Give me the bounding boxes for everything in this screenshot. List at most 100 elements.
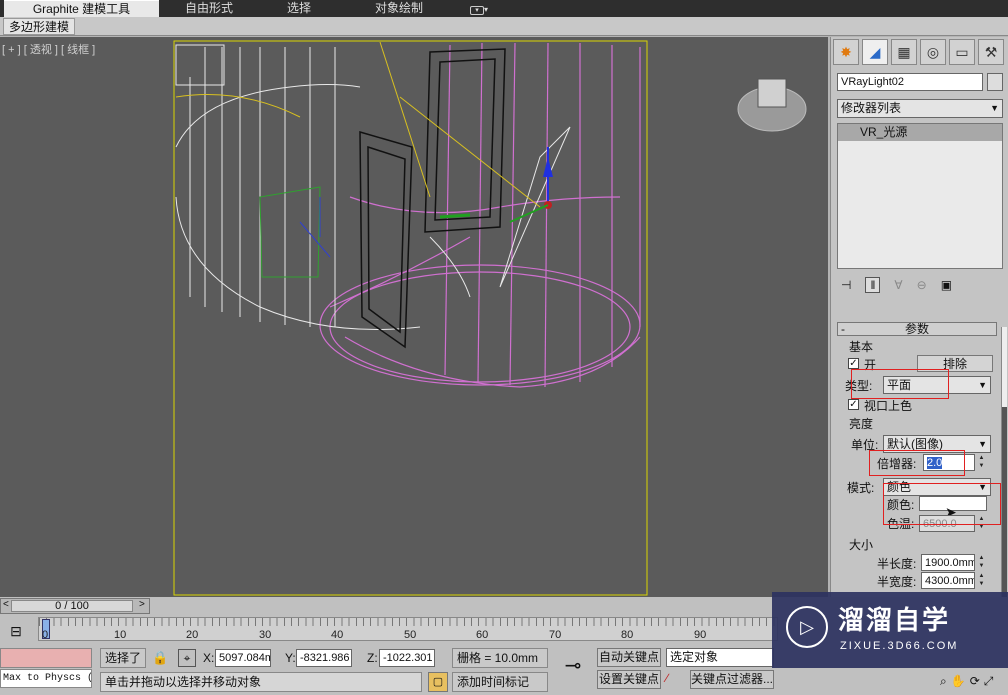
params-rollout-title: 参数 — [904, 322, 929, 336]
absolute-mode-icon[interactable]: ⌖ — [178, 649, 196, 667]
object-name-field[interactable]: VRayLight02 — [837, 73, 983, 91]
hierarchy-tab-icon[interactable]: ▦ — [891, 39, 917, 65]
orbit-icon[interactable]: ⟳ — [970, 674, 980, 688]
tab-selection[interactable]: 选择 — [259, 0, 339, 17]
z-coordinate-field[interactable]: -1022.301 — [379, 649, 435, 667]
half-length-field[interactable]: 1900.0mm — [921, 554, 975, 571]
watermark-url: ZIXUE.3D66.COM — [840, 640, 959, 652]
tick-label: 40 — [331, 629, 344, 641]
set-key-button[interactable]: 设置关键点 — [597, 670, 661, 689]
half-width-field[interactable]: 4300.0mm — [921, 572, 975, 589]
y-coordinate-field[interactable]: -8321.986 — [296, 649, 352, 667]
tick-label: 50 — [404, 629, 417, 641]
configure-sets-icon[interactable]: ▣ — [941, 278, 952, 292]
tick-label: 10 — [114, 629, 127, 641]
auto-key-button[interactable]: 自动关键点 — [597, 648, 661, 667]
add-time-tag[interactable]: 添加时间标记 — [452, 672, 548, 692]
viewport-color-checkbox[interactable]: ✓ — [848, 399, 859, 410]
ribbon-tab-bar: Graphite 建模工具 自由形式 选择 对象绘制 ▾ ▾ — [0, 0, 1008, 17]
chevron-down-icon: ▼ — [978, 439, 987, 449]
dropdown-menu-icon[interactable]: ▾ ▾ — [459, 0, 499, 17]
maxscript-listener[interactable]: Max to Physcs ( — [0, 669, 92, 688]
x-label: X: — [203, 651, 215, 665]
modifier-list-dropdown[interactable]: 修改器列表 ▼ — [837, 99, 1003, 118]
viewport-nav-controls: ⌕ ✋ ⟳ ⤢ — [940, 670, 1008, 692]
on-checkbox[interactable]: ✓ — [848, 358, 859, 369]
pan-icon[interactable]: ✋ — [951, 674, 966, 688]
multiplier-spinner-icon[interactable]: ▲ ▼ — [977, 454, 986, 471]
tab-freeform[interactable]: 自由形式 — [159, 0, 259, 17]
time-tag-icon[interactable]: ▢ — [428, 672, 448, 692]
tick-label: 70 — [549, 629, 562, 641]
zoom-icon[interactable]: ⌕ — [940, 674, 947, 689]
grid-display: 栅格 = 10.0mm — [452, 648, 548, 668]
tick-label: 30 — [259, 629, 272, 641]
half-length-label: 半长度: — [877, 557, 917, 571]
half-width-label: 半宽度: — [877, 575, 917, 589]
params-rollout-header[interactable]: - 参数 — [837, 322, 997, 336]
utilities-tab-icon[interactable]: ⚒ — [978, 39, 1004, 65]
remove-modifier-icon[interactable]: ⊖ — [917, 278, 927, 292]
highlight-box-color — [883, 483, 1001, 525]
maximize-icon[interactable]: ⤢ — [984, 674, 994, 689]
make-unique-icon[interactable]: ∀ — [894, 278, 902, 292]
tick-label: 80 — [621, 629, 634, 641]
tick-label: 0 — [42, 629, 49, 641]
chevron-down-icon: ▼ — [978, 380, 987, 390]
motion-tab-icon[interactable]: ◎ — [920, 39, 946, 65]
modifier-stack: VR_光源 — [837, 123, 1003, 269]
watermark: ▷ 溜溜自学 ZIXUE.3D66.COM — [772, 592, 1008, 668]
show-end-result-icon[interactable]: ‖ — [865, 277, 881, 293]
tick-label: 60 — [476, 629, 489, 641]
play-logo-icon: ▷ — [786, 606, 828, 648]
time-slider[interactable]: < 0 / 100 > — [0, 598, 150, 614]
half-width-spinner-icon[interactable]: ▲ ▼ — [977, 572, 986, 589]
tab-object-paint[interactable]: 对象绘制 — [339, 0, 459, 17]
command-panel-scrollbar[interactable] — [1001, 327, 1007, 657]
key-icon[interactable]: ⊸ — [555, 648, 591, 686]
pin-stack-icon[interactable]: ⊣ — [841, 278, 851, 292]
selected-object-dropdown[interactable]: 选定对象 — [666, 648, 774, 667]
stack-item-vr-light[interactable]: VR_光源 — [838, 124, 1002, 141]
viewcube[interactable] — [738, 65, 808, 135]
z-label: Z: — [367, 651, 378, 665]
key-filters-button[interactable]: 关键点过滤器... — [690, 670, 774, 689]
object-color-swatch[interactable] — [987, 73, 1003, 91]
tick-label: 20 — [186, 629, 199, 641]
subtab-poly-modeling[interactable]: 多边形建模 — [3, 18, 76, 35]
selected-object-value: 选定对象 — [670, 650, 719, 664]
mini-curve-editor-icon[interactable]: ⊟ — [0, 617, 32, 645]
display-tab-icon[interactable]: ▭ — [949, 39, 975, 65]
default-tangent-icon[interactable]: ∕ — [666, 671, 686, 689]
basic-group-label: 基本 — [849, 340, 874, 354]
lock-icon[interactable]: 🔒 — [152, 650, 168, 666]
y-label: Y: — [285, 651, 296, 665]
door-wireframe — [359, 48, 506, 349]
create-tab-icon[interactable]: ✸ — [833, 39, 859, 65]
size-group-label: 大小 — [849, 538, 874, 552]
modify-tab-icon[interactable]: ◢ — [862, 39, 888, 65]
tab-graphite[interactable]: Graphite 建模工具 — [4, 0, 159, 17]
chevron-right-icon[interactable]: > — [139, 599, 145, 610]
command-panel-tabs: ✸ ◢ ▦ ◎ ▭ ⚒ — [831, 39, 1008, 67]
highlight-box-multiplier — [869, 450, 965, 476]
viewport-color-label: 视口上色 — [864, 399, 913, 413]
chevron-left-icon[interactable]: < — [3, 599, 9, 610]
highlight-box-type — [851, 369, 949, 399]
mode-label: 模式: — [847, 481, 875, 495]
safe-frame — [173, 40, 648, 596]
tick-label: 90 — [694, 629, 707, 641]
stack-toolbar: ⊣ ‖ ∀ ⊖ ▣ — [837, 273, 1003, 297]
wireframe-scene — [173, 40, 807, 596]
command-panel: ✸ ◢ ▦ ◎ ▭ ⚒ VRayLight02 修改器列表 ▼ VR_光源 ⊣ … — [830, 37, 1008, 657]
frame-counter[interactable]: 0 / 100 — [11, 600, 133, 612]
maxscript-listener-top[interactable] — [0, 648, 92, 668]
selection-count: 选择了 — [100, 648, 146, 668]
modifier-list-label: 修改器列表 — [841, 101, 902, 115]
prompt-line: 单击并拖动以选择并移动对象 — [100, 672, 422, 692]
yellow-wireframe — [175, 41, 541, 208]
half-length-spinner-icon[interactable]: ▲ ▼ — [977, 554, 986, 571]
perspective-viewport[interactable]: [ + ] [ 透视 ] [ 线框 ] — [0, 37, 828, 597]
chevron-down-icon: ▼ — [990, 103, 999, 113]
x-coordinate-field[interactable]: 5097.084m — [215, 649, 271, 667]
